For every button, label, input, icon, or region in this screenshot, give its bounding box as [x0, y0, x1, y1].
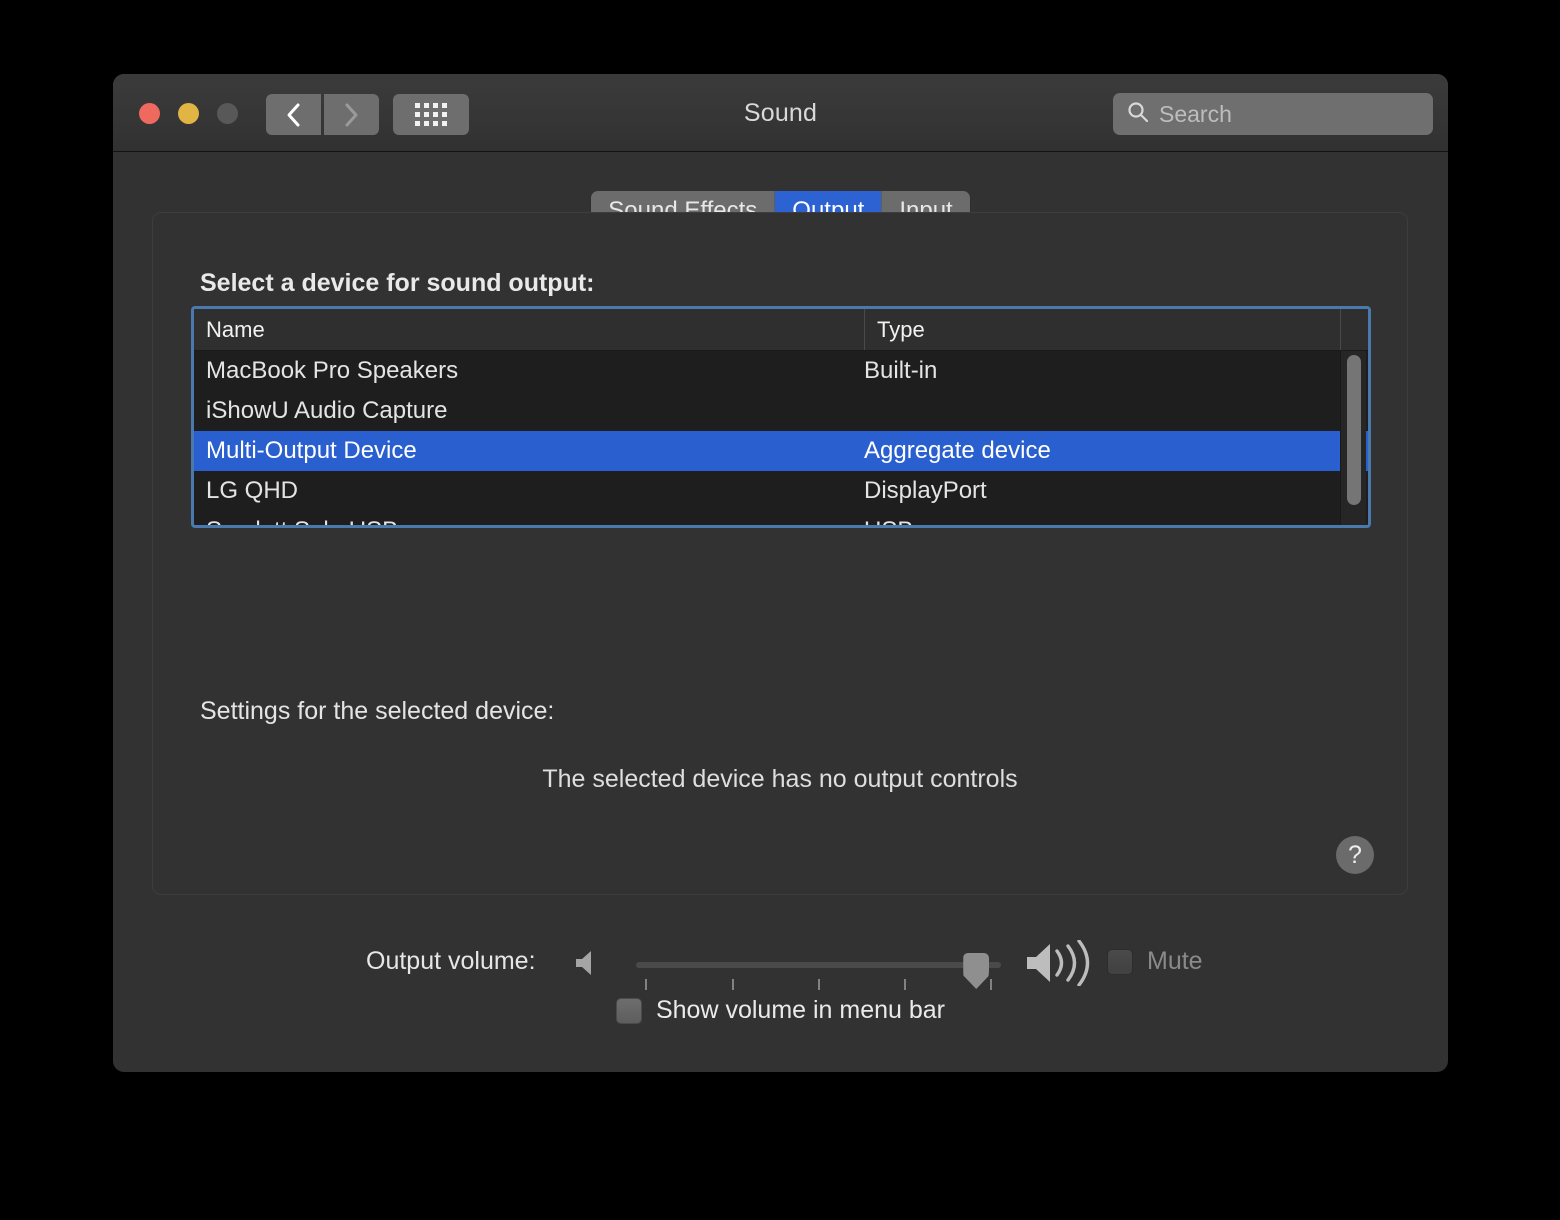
device-type: Aggregate device: [864, 437, 1051, 464]
mute-checkbox[interactable]: [1107, 948, 1133, 975]
device-name: iShowU Audio Capture: [206, 397, 448, 424]
question-mark-icon: ?: [1348, 840, 1362, 869]
slider-tick-marks: [633, 979, 1003, 991]
speaker-loud-icon: [1021, 939, 1099, 991]
no-output-controls-message: The selected device has no output contro…: [542, 765, 1018, 793]
show-volume-in-menu-bar-group[interactable]: Show volume in menu bar: [113, 996, 1448, 1025]
column-header-type[interactable]: Type: [864, 309, 1340, 350]
show-volume-in-menu-bar-checkbox[interactable]: [615, 997, 642, 1024]
output-device-table[interactable]: Name Type MacBook Pro Speakers Built-in …: [191, 306, 1371, 528]
search-field[interactable]: [1113, 93, 1433, 135]
help-button[interactable]: ?: [1336, 836, 1374, 874]
output-volume-slider[interactable]: [633, 953, 1003, 990]
table-row[interactable]: LG QHD DisplayPort: [194, 471, 1368, 511]
settings-label: Settings for the selected device:: [200, 697, 555, 725]
speaker-quiet-icon: [572, 948, 600, 983]
search-input[interactable]: [1159, 100, 1399, 128]
section-label: Select a device for sound output:: [200, 269, 595, 297]
output-volume-row: Output volume: Mute: [113, 934, 1448, 990]
table-row[interactable]: iShowU Audio Capture: [194, 391, 1368, 431]
mute-checkbox-group[interactable]: Mute: [1107, 947, 1203, 976]
device-name: Multi-Output Device: [206, 437, 417, 464]
search-icon: [1113, 100, 1150, 129]
table-row[interactable]: Scarlett Solo USB USB: [194, 511, 1368, 525]
window-titlebar: Sound: [113, 74, 1448, 152]
device-type: Built-in: [864, 357, 938, 384]
table-row[interactable]: MacBook Pro Speakers Built-in: [194, 351, 1368, 391]
show-volume-in-menu-bar-label: Show volume in menu bar: [655, 996, 946, 1024]
device-type: USB: [864, 517, 1368, 525]
slider-track[interactable]: [636, 962, 1001, 968]
output-settings-panel: Select a device for sound output: Name T…: [152, 212, 1408, 895]
table-body: MacBook Pro Speakers Built-in iShowU Aud…: [194, 351, 1368, 525]
device-name: Scarlett Solo USB: [194, 517, 864, 525]
mute-label: Mute: [1147, 947, 1203, 975]
sound-preferences-window: Sound Sound Effects Output Input Select …: [113, 74, 1448, 1072]
device-name: MacBook Pro Speakers: [206, 357, 459, 384]
scrollbar-thumb[interactable]: [1347, 354, 1361, 505]
device-type: DisplayPort: [864, 477, 987, 504]
device-name: LG QHD: [206, 477, 299, 504]
table-header-row: Name Type: [194, 309, 1368, 351]
table-row-selected[interactable]: Multi-Output Device Aggregate device: [194, 431, 1368, 471]
column-header-spacer: [1340, 309, 1368, 350]
device-table-scrollbar[interactable]: [1340, 351, 1366, 525]
output-volume-label: Output volume:: [366, 947, 536, 975]
column-header-name[interactable]: Name: [194, 309, 864, 350]
